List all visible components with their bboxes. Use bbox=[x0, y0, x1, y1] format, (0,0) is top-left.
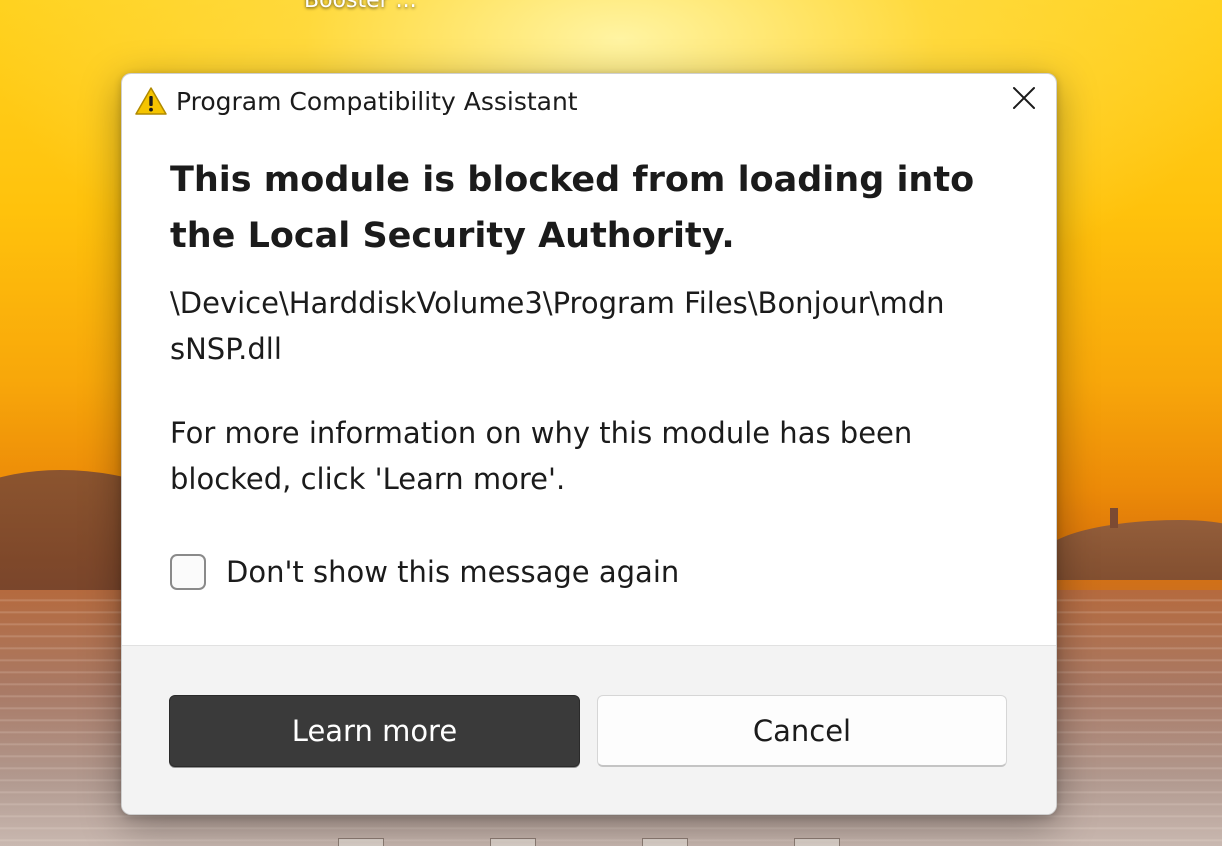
cancel-button[interactable]: Cancel bbox=[597, 695, 1007, 767]
dont-show-again-option[interactable]: Don't show this message again bbox=[170, 552, 679, 592]
desktop-icon-label[interactable]: Booster ... bbox=[304, 0, 417, 13]
module-path: \Device\HarddiskVolume3\Program Files\Bo… bbox=[170, 286, 945, 366]
taskbar-item[interactable] bbox=[794, 838, 840, 846]
dialog-footer: Learn more Cancel bbox=[122, 645, 1056, 814]
compatibility-dialog: Program Compatibility Assistant This mod… bbox=[121, 73, 1057, 815]
dont-show-again-checkbox[interactable] bbox=[170, 554, 206, 590]
info-text: For more information on why this module … bbox=[170, 416, 913, 496]
taskbar-item[interactable] bbox=[642, 838, 688, 846]
close-icon bbox=[1012, 86, 1036, 114]
close-button[interactable] bbox=[1002, 80, 1046, 120]
dialog-heading: This module is blocked from loading into… bbox=[170, 160, 975, 256]
dialog-content: This module is blocked from loading into… bbox=[170, 152, 1010, 502]
learn-more-button[interactable]: Learn more bbox=[169, 695, 580, 767]
warning-icon bbox=[134, 86, 168, 116]
background-lighthouse bbox=[1110, 508, 1118, 528]
dialog-title: Program Compatibility Assistant bbox=[176, 87, 578, 116]
dialog-titlebar[interactable]: Program Compatibility Assistant bbox=[122, 74, 1056, 132]
desktop-background: Booster ... Program Compatibility Assist… bbox=[0, 0, 1222, 846]
dont-show-again-label[interactable]: Don't show this message again bbox=[226, 555, 679, 589]
taskbar-item[interactable] bbox=[338, 838, 384, 846]
background-headland bbox=[1040, 520, 1222, 580]
taskbar-item[interactable] bbox=[490, 838, 536, 846]
